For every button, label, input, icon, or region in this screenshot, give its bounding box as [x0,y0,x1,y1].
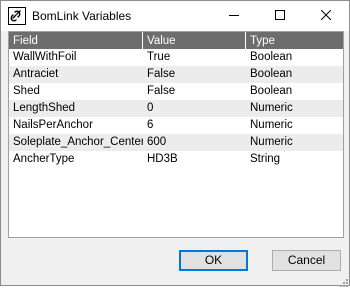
field-cell[interactable]: WallWithFoil [9,49,143,66]
table-row[interactable]: Shed False Boolean [9,83,343,100]
value-cell[interactable]: HD3B [143,151,246,168]
type-cell[interactable]: Boolean [246,66,343,83]
table-row[interactable]: NailsPerAnchor 6 Numeric [9,117,343,134]
type-cell[interactable]: Boolean [246,83,343,100]
dialog-window: BomLink Variables Field Value Type WallW… [0,0,350,287]
field-cell[interactable]: NailsPerAnchor [9,117,143,134]
table-row[interactable]: Antraciet False Boolean [9,66,343,83]
value-cell[interactable]: 0 [143,100,246,117]
table-row[interactable]: Soleplate_Anchor_Centers 600 Numeric [9,134,343,151]
variables-grid[interactable]: Field Value Type WallWithFoil True Boole… [8,31,344,238]
close-button[interactable] [303,1,349,31]
type-cell[interactable]: String [246,151,343,168]
link-icon [8,7,26,25]
field-cell[interactable]: LengthShed [9,100,143,117]
table-row[interactable]: LengthShed 0 Numeric [9,100,343,117]
type-cell[interactable]: Numeric [246,100,343,117]
type-cell[interactable]: Numeric [246,134,343,151]
minimize-icon [229,7,239,25]
column-header-type[interactable]: Type [246,32,343,49]
value-cell[interactable]: False [143,66,246,83]
value-cell[interactable]: False [143,83,246,100]
grid-header: Field Value Type [9,32,343,49]
field-cell[interactable]: Shed [9,83,143,100]
value-cell[interactable]: 6 [143,117,246,134]
resize-grip-icon[interactable] [338,274,348,287]
table-row[interactable]: WallWithFoil True Boolean [9,49,343,66]
minimize-button[interactable] [211,1,257,31]
field-cell[interactable]: AncherType [9,151,143,168]
close-icon [320,7,332,25]
column-header-value[interactable]: Value [143,32,246,49]
field-cell[interactable]: Soleplate_Anchor_Centers [9,134,143,151]
column-header-field[interactable]: Field [9,32,143,49]
ok-button[interactable]: OK [179,250,248,271]
field-cell[interactable]: Antraciet [9,66,143,83]
type-cell[interactable]: Numeric [246,117,343,134]
title-bar[interactable]: BomLink Variables [1,1,349,31]
window-title: BomLink Variables [32,9,132,23]
value-cell[interactable]: True [143,49,246,66]
table-row[interactable]: AncherType HD3B String [9,151,343,168]
value-cell[interactable]: 600 [143,134,246,151]
type-cell[interactable]: Boolean [246,49,343,66]
cancel-button[interactable]: Cancel [272,250,341,271]
maximize-icon [275,7,285,25]
maximize-button[interactable] [257,1,303,31]
